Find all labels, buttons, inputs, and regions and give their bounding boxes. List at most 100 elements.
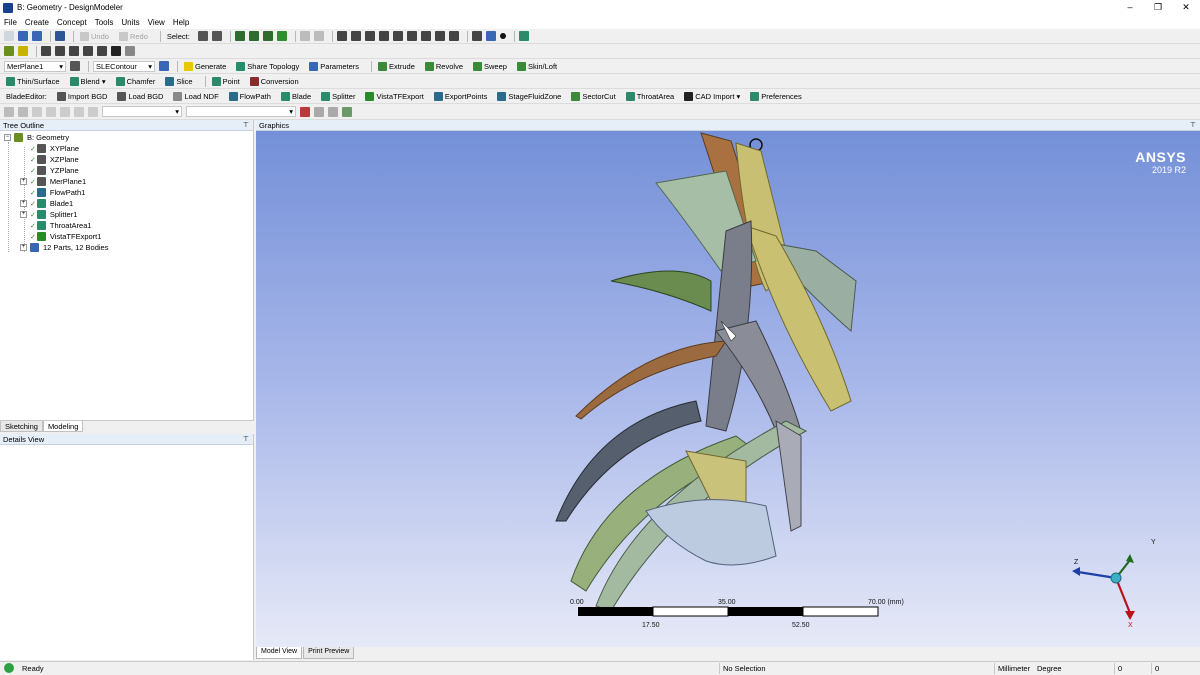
- sketch-dropdown-a[interactable]: ▾: [102, 106, 182, 117]
- tree-item-blade1[interactable]: + ✓ Blade1: [20, 198, 73, 209]
- plane-normal-icon[interactable]: [83, 46, 93, 56]
- tab-sketching[interactable]: Sketching: [0, 421, 43, 432]
- blade-button[interactable]: Blade: [279, 90, 313, 103]
- zoom-fit-icon[interactable]: [392, 31, 403, 41]
- sketch-record-icon[interactable]: [300, 106, 310, 117]
- box-zoom-icon[interactable]: [378, 31, 389, 41]
- preferences-button[interactable]: Preferences: [748, 90, 803, 103]
- extend-selection-icon[interactable]: [299, 31, 310, 41]
- export-points-button[interactable]: ExportPoints: [432, 90, 490, 103]
- redo-button[interactable]: Redo: [117, 30, 150, 43]
- sketch-tool-icon[interactable]: [74, 106, 84, 117]
- magnifier-icon[interactable]: [406, 31, 417, 41]
- menu-units[interactable]: Units: [121, 18, 139, 27]
- pin-icon[interactable]: ⊤: [1190, 120, 1196, 131]
- select-filter-icon[interactable]: [211, 31, 222, 41]
- new-icon[interactable]: [4, 31, 14, 41]
- menu-help[interactable]: Help: [173, 18, 189, 27]
- next-view-icon[interactable]: [434, 31, 445, 41]
- save-as-icon[interactable]: [32, 31, 42, 41]
- tree-item-yzplane[interactable]: ✓ YZPlane: [30, 165, 79, 176]
- tab-modeling[interactable]: Modeling: [42, 421, 84, 432]
- sketch-tool-icon[interactable]: [342, 106, 352, 117]
- extrude-button[interactable]: Extrude: [376, 60, 417, 73]
- parameters-button[interactable]: Parameters: [307, 60, 361, 73]
- point-button[interactable]: Point: [210, 75, 242, 88]
- menu-create[interactable]: Create: [25, 18, 49, 27]
- display-points-icon[interactable]: [499, 33, 506, 39]
- rotate-icon[interactable]: [336, 31, 347, 41]
- blend-button[interactable]: Blend ▾: [68, 75, 108, 88]
- slice-button[interactable]: Slice: [163, 75, 194, 88]
- pin-icon[interactable]: ⊤: [243, 120, 249, 131]
- share-topology-button[interactable]: Share Topology: [234, 60, 301, 73]
- conversion-button[interactable]: Conversion: [248, 75, 301, 88]
- splitter-button[interactable]: Splitter: [319, 90, 357, 103]
- stage-fluid-zone-button[interactable]: StageFluidZone: [495, 90, 563, 103]
- face-color-icon[interactable]: [4, 46, 14, 56]
- close-button[interactable]: ✕: [1172, 0, 1200, 15]
- revolve-button[interactable]: Revolve: [423, 60, 465, 73]
- pan-icon[interactable]: [350, 31, 361, 41]
- new-sketch-icon[interactable]: [125, 46, 135, 56]
- undo-button[interactable]: Undo: [78, 30, 111, 43]
- pin-icon[interactable]: ⊤: [243, 434, 249, 445]
- sketch-select[interactable]: SLEContour ▾: [93, 60, 155, 72]
- sketch-tool-icon[interactable]: [60, 106, 70, 117]
- restore-button[interactable]: ❐: [1144, 0, 1172, 15]
- load-ndf-button[interactable]: Load NDF: [171, 90, 220, 103]
- minimize-button[interactable]: –: [1116, 0, 1144, 15]
- previous-view-icon[interactable]: [420, 31, 431, 41]
- sketch-tool-icon[interactable]: [314, 106, 324, 117]
- load-bgd-button[interactable]: Load BGD: [115, 90, 165, 103]
- look-at-icon[interactable]: [111, 46, 121, 56]
- tree-item-vistatfexport1[interactable]: ✓ VistaTFExport1: [30, 231, 101, 242]
- plane-from-face-icon[interactable]: [55, 46, 65, 56]
- select-all-icon[interactable]: [313, 31, 324, 41]
- throat-area-button[interactable]: ThroatArea: [624, 90, 677, 103]
- new-plane-icon[interactable]: [41, 46, 51, 56]
- sketch-tool-icon[interactable]: [32, 106, 42, 117]
- display-model-icon[interactable]: [485, 31, 496, 41]
- select-points-icon[interactable]: [234, 31, 245, 41]
- select-edges-icon[interactable]: [248, 31, 259, 41]
- sketch-tool-icon[interactable]: [18, 106, 28, 117]
- status-units[interactable]: Millimeter: [998, 664, 1030, 673]
- tree-item-xyplane[interactable]: ✓ XYPlane: [30, 143, 79, 154]
- screenshot-icon[interactable]: [55, 31, 65, 41]
- new-plane-button-icon[interactable]: [70, 61, 80, 71]
- status-angle[interactable]: Degree: [1037, 664, 1062, 673]
- menu-tools[interactable]: Tools: [95, 18, 114, 27]
- chamfer-button[interactable]: Chamfer: [114, 75, 158, 88]
- graphics-viewport[interactable]: ANSYS 2019 R2 0.00 35.00 70.00 (mm) 17.5…: [256, 131, 1200, 647]
- tree-item-splitter1[interactable]: + ✓ Splitter1: [20, 209, 77, 220]
- tree-item-xzplane[interactable]: ✓ XZPlane: [30, 154, 79, 165]
- isometric-view-icon[interactable]: [448, 31, 459, 41]
- new-sketch-button-icon[interactable]: [159, 61, 169, 71]
- sketch-tool-icon[interactable]: [4, 106, 14, 117]
- cad-import-button[interactable]: CAD Import ▾: [682, 90, 742, 103]
- select-mode-icon[interactable]: [197, 31, 208, 41]
- tree-item-parts[interactable]: +12 Parts, 12 Bodies: [20, 242, 108, 253]
- tree-item-throatarea1[interactable]: ✓ ThroatArea1: [30, 220, 92, 231]
- skin-loft-button[interactable]: Skin/Loft: [515, 60, 559, 73]
- plane-offset-icon[interactable]: [69, 46, 79, 56]
- import-bgd-button[interactable]: Import BGD: [55, 90, 110, 103]
- plane-select[interactable]: MerPlane1 ▾: [4, 60, 66, 72]
- vista-tf-export-button[interactable]: VistaTFExport: [363, 90, 425, 103]
- tree-item-flowpath1[interactable]: ✓ FlowPath1: [30, 187, 85, 198]
- menu-file[interactable]: File: [4, 18, 17, 27]
- tree-item-merplane1[interactable]: + ✓ MerPlane1: [20, 176, 86, 187]
- sketch-tool-icon[interactable]: [88, 106, 98, 117]
- generate-button[interactable]: Generate: [182, 60, 228, 73]
- tab-model-view[interactable]: Model View: [256, 647, 303, 659]
- select-bodies-icon[interactable]: [276, 31, 287, 41]
- sketch-dropdown-b[interactable]: ▾: [186, 106, 296, 117]
- triad-icon[interactable]: [471, 31, 482, 41]
- tree-root[interactable]: − B: Geometry: [4, 132, 69, 143]
- menu-concept[interactable]: Concept: [57, 18, 87, 27]
- zoom-icon[interactable]: [364, 31, 375, 41]
- sketch-tool-icon[interactable]: [328, 106, 338, 117]
- thin-surface-button[interactable]: Thin/Surface: [4, 75, 62, 88]
- sector-cut-button[interactable]: SectorCut: [569, 90, 617, 103]
